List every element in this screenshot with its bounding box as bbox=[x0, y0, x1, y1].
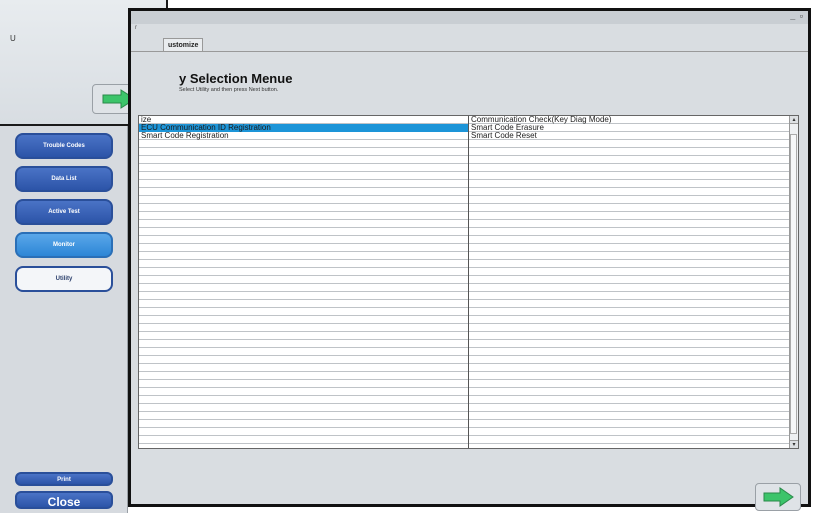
scroll-up-button[interactable]: ▴ bbox=[790, 116, 798, 124]
table-row[interactable] bbox=[139, 188, 794, 196]
utility-table: ize Communication Check(Key Diag Mode) ECU… bbox=[138, 115, 799, 449]
table-row[interactable]: ECU Communication ID Registration Smart C… bbox=[139, 123, 794, 132]
utility-button[interactable]: Utility bbox=[15, 266, 113, 292]
table-row[interactable] bbox=[139, 276, 794, 284]
page-title: y Selection Menue bbox=[179, 71, 293, 86]
table-row[interactable] bbox=[139, 196, 794, 204]
table-row[interactable] bbox=[139, 396, 794, 404]
table-row[interactable] bbox=[139, 156, 794, 164]
table-row[interactable]: Smart Code Registration Smart Code Reset bbox=[139, 131, 794, 140]
table-row[interactable] bbox=[139, 308, 794, 316]
scroll-thumb[interactable] bbox=[790, 134, 797, 434]
table-row[interactable] bbox=[139, 180, 794, 188]
window-controls[interactable]: _ ▫ bbox=[790, 11, 804, 21]
table-row[interactable] bbox=[139, 348, 794, 356]
table-row[interactable] bbox=[139, 172, 794, 180]
table-row[interactable] bbox=[139, 356, 794, 364]
table-row[interactable] bbox=[139, 412, 794, 420]
table-row[interactable] bbox=[139, 324, 794, 332]
title-bar: _ ▫ bbox=[131, 11, 808, 24]
monitor-button[interactable]: Monitor bbox=[15, 232, 113, 258]
dialog-text: U bbox=[10, 34, 16, 43]
table-row[interactable] bbox=[139, 388, 794, 396]
utility-name-cell[interactable]: Smart Code Registration bbox=[141, 131, 229, 140]
main-window: _ ▫ r ustomize y Selection Menue Select … bbox=[128, 8, 811, 511]
table-row[interactable] bbox=[139, 364, 794, 372]
table-row[interactable] bbox=[139, 284, 794, 292]
table-row[interactable] bbox=[139, 340, 794, 348]
table-row[interactable] bbox=[139, 372, 794, 380]
vertical-scrollbar[interactable]: ▴ ▾ bbox=[789, 116, 798, 448]
print-button[interactable]: Print bbox=[15, 472, 113, 486]
table-row[interactable] bbox=[139, 316, 794, 324]
table-row[interactable] bbox=[139, 292, 794, 300]
table-row[interactable] bbox=[139, 164, 794, 172]
table-row[interactable] bbox=[139, 228, 794, 236]
table-row[interactable] bbox=[139, 436, 794, 444]
table-row[interactable] bbox=[139, 148, 794, 156]
trouble-codes-button[interactable]: Trouble Codes bbox=[15, 133, 113, 159]
menu-subtitle: r bbox=[135, 25, 137, 31]
table-row[interactable] bbox=[139, 332, 794, 340]
close-button[interactable]: Close bbox=[15, 491, 113, 509]
tab-divider bbox=[131, 51, 808, 52]
table-row[interactable] bbox=[139, 300, 794, 308]
tab-customize[interactable]: ustomize bbox=[163, 38, 204, 52]
table-row[interactable] bbox=[139, 204, 794, 212]
next-arrow-icon bbox=[763, 487, 794, 507]
table-row[interactable] bbox=[139, 260, 794, 268]
table-row[interactable] bbox=[139, 236, 794, 244]
table-row[interactable] bbox=[139, 220, 794, 228]
table-row[interactable] bbox=[139, 140, 794, 148]
table-row[interactable] bbox=[139, 252, 794, 260]
table-row[interactable] bbox=[139, 380, 794, 388]
table-row[interactable] bbox=[139, 268, 794, 276]
scroll-down-button[interactable]: ▾ bbox=[790, 440, 798, 448]
table-row[interactable] bbox=[139, 244, 794, 252]
table-row[interactable] bbox=[139, 212, 794, 220]
instruction-text: Select Utility and then press Next butto… bbox=[179, 87, 279, 93]
active-test-button[interactable]: Active Test bbox=[15, 199, 113, 225]
table-row[interactable] bbox=[139, 420, 794, 428]
column-divider bbox=[468, 116, 469, 448]
table-row[interactable] bbox=[139, 404, 794, 412]
data-list-button[interactable]: Data List bbox=[15, 166, 113, 192]
next-button[interactable] bbox=[755, 483, 801, 511]
table-row[interactable] bbox=[139, 428, 794, 436]
function-sidebar: Trouble Codes Data List Active Test Moni… bbox=[0, 126, 128, 513]
utility-name-cell-right[interactable]: Smart Code Reset bbox=[471, 131, 537, 140]
